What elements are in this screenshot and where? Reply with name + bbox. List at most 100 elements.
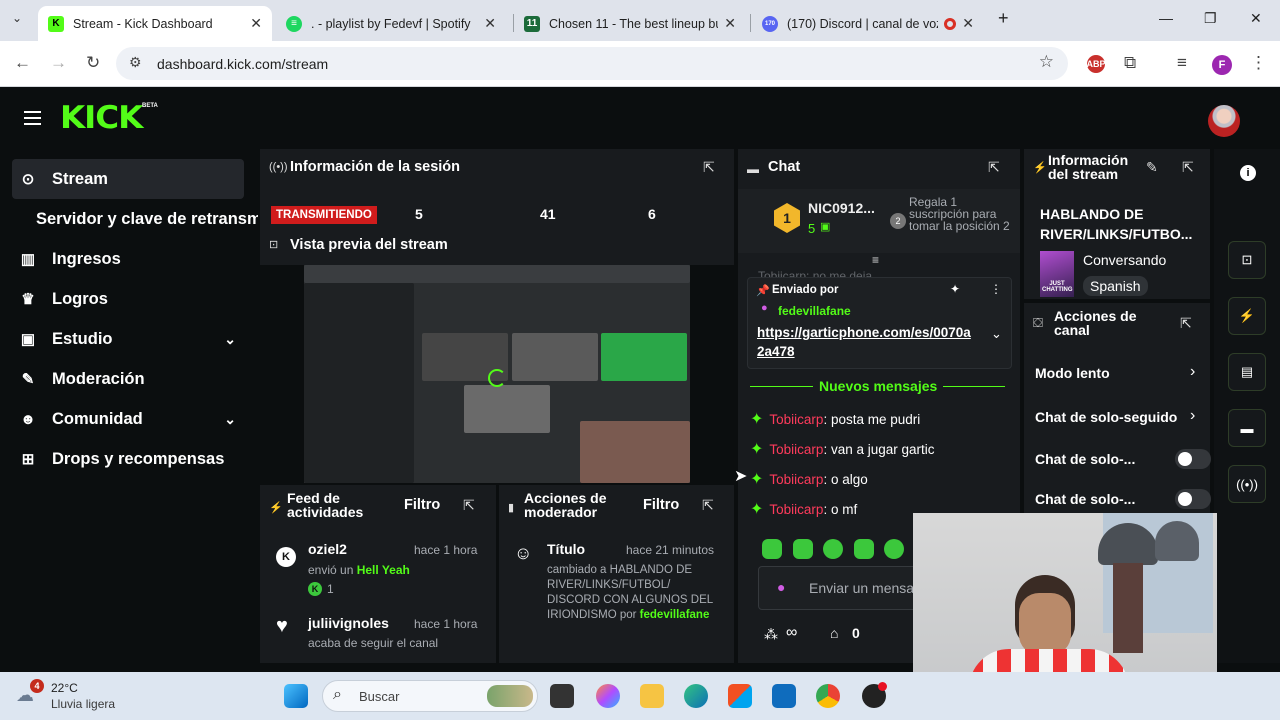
preview-toggle-button[interactable]: ⊡ — [1228, 241, 1266, 279]
popout-icon[interactable]: ⇱ — [1182, 159, 1194, 176]
slow-mode-action[interactable]: Modo lento › — [1035, 363, 1205, 385]
broadcast-toggle-button[interactable]: ((•)) — [1228, 465, 1266, 503]
emote-icon[interactable] — [793, 539, 813, 559]
pinned-user[interactable]: fedevillafane — [778, 304, 851, 318]
minimize-icon[interactable]: — — [1159, 10, 1173, 26]
tab-chosen11[interactable]: 11 Chosen 11 - The best lineup bu ✕ — [514, 6, 746, 41]
sidebar-item-income[interactable]: ▥ Ingresos — [0, 239, 258, 279]
feed-user[interactable]: oziel2 — [308, 541, 347, 557]
store-icon[interactable] — [728, 684, 752, 708]
activity-feed-panel: ⚡ Feed de actividades Filtro ⇱ K oziel2 … — [260, 485, 496, 663]
session-stat-duration: 41 — [540, 206, 556, 222]
pinned-link[interactable]: https://garticphone.com/es/0070a2a478 — [757, 323, 973, 361]
chat-toggle-button[interactable]: ▬ — [1228, 409, 1266, 447]
chevron-down-icon[interactable]: ⌄ — [991, 326, 1002, 342]
sidebar-item-drops[interactable]: ⊞ Drops y recompensas — [0, 439, 258, 479]
pinned-message: 📌 Enviado por ✦ ⋮ ● fedevillafane https:… — [747, 277, 1012, 369]
mouse-cursor: ➤ — [734, 468, 748, 485]
lightning-icon: ⚡ — [1238, 308, 1256, 323]
toggle-switch[interactable] — [1175, 489, 1211, 509]
log-toggle-button[interactable]: ▤ — [1228, 353, 1266, 391]
address-bar[interactable]: ⚙ dashboard.kick.com/stream ☆ — [116, 47, 1068, 80]
gift-cta-text[interactable]: Regala 1 suscripción para tomar la posic… — [909, 196, 1014, 232]
emote-icon[interactable] — [884, 539, 904, 559]
media-control-icon[interactable]: ≡ — [1177, 53, 1187, 73]
feed-action: acaba de seguir el canal — [308, 636, 439, 650]
popout-icon[interactable]: ⇱ — [1180, 315, 1192, 332]
popout-icon[interactable]: ⇱ — [703, 159, 715, 176]
category-thumbnail[interactable]: JUST CHATTING — [1040, 251, 1074, 297]
sidebar-item-achievements[interactable]: ♛ Logros — [0, 279, 258, 319]
task-view-icon[interactable] — [550, 684, 574, 708]
studio-icon: ▣ — [20, 331, 36, 348]
settings-dots-icon[interactable]: ⁂ — [764, 626, 778, 643]
profile-avatar[interactable]: F — [1212, 55, 1232, 75]
tab-spotify[interactable]: ≡ . - playlist by Fedevf | Spotify ✕ — [276, 6, 506, 41]
close-tab-icon[interactable]: ✕ — [484, 15, 496, 32]
filter-button[interactable]: Filtro — [404, 497, 440, 513]
unpin-icon[interactable]: ✦ — [950, 282, 960, 296]
tab-discord[interactable]: 170 (170) Discord | canal de voz ✕ — [752, 6, 984, 41]
popout-icon[interactable]: ⇱ — [463, 497, 475, 514]
taskbar-search[interactable]: ⌕ Buscar — [322, 680, 538, 712]
close-tab-icon[interactable]: ✕ — [962, 15, 974, 32]
panel-title: Información del stream — [1048, 152, 1129, 182]
toggle-switch[interactable] — [1175, 449, 1211, 469]
emote-icon[interactable] — [762, 539, 782, 559]
panel-title: Chat — [768, 159, 801, 175]
new-tab-icon[interactable]: + — [998, 8, 1009, 29]
stream-preview-video[interactable] — [304, 265, 690, 483]
sidebar-item-community[interactable]: ☻ Comunidad ⌄ — [0, 399, 258, 439]
edge-icon[interactable] — [684, 684, 708, 708]
edit-pencil-icon[interactable]: ✎ — [1146, 159, 1158, 176]
file-explorer-icon[interactable] — [640, 684, 664, 708]
store-icon[interactable]: ⌂ — [830, 625, 838, 641]
close-tab-icon[interactable]: ✕ — [724, 15, 736, 32]
kick-logo[interactable]: KICK — [60, 100, 143, 136]
outlook-icon[interactable] — [772, 684, 796, 708]
camera-icon: ⊡ — [269, 239, 279, 251]
chrome-icon[interactable] — [816, 684, 840, 708]
emote-icon[interactable] — [854, 539, 874, 559]
more-options-icon[interactable]: ⋮ — [990, 282, 1002, 296]
stream-category[interactable]: Conversando — [1083, 252, 1166, 268]
adblock-extension-icon[interactable]: ABP — [1087, 55, 1106, 73]
collapse-icon[interactable]: ≡ — [872, 253, 879, 267]
hamburger-menu-icon[interactable] — [24, 111, 41, 129]
copilot-icon[interactable] — [596, 684, 620, 708]
sidebar-item-stream[interactable]: ⊙ Stream — [12, 159, 244, 199]
weather-widget[interactable]: ☁ 4 — [16, 679, 44, 709]
emote-icon[interactable] — [823, 539, 843, 559]
sidebar-item-stream-key[interactable]: Servidor y clave de retransmisión — [0, 199, 258, 239]
top-gifter-name[interactable]: NIC0912... — [808, 200, 875, 216]
sidebar-item-studio[interactable]: ▣ Estudio ⌄ — [0, 319, 258, 359]
tab-search-icon[interactable]: ⌄ — [12, 11, 22, 25]
right-rail: i ⊡ ⚡ ▤ ▬ ((•)) — [1214, 149, 1280, 663]
site-info-icon[interactable]: ⚙ — [129, 54, 142, 71]
info-icon[interactable]: i — [1240, 165, 1256, 181]
reload-icon[interactable]: ↻ — [86, 53, 100, 73]
url-text[interactable]: dashboard.kick.com/stream — [157, 56, 328, 72]
sidebar-item-label: Moderación — [52, 369, 145, 388]
extensions-puzzle-icon[interactable]: ⧉ — [1124, 53, 1136, 73]
followers-only-action[interactable]: Chat de solo-seguidores › — [1035, 407, 1205, 429]
tab-kick-dashboard[interactable]: K Stream - Kick Dashboard ✕ — [38, 6, 272, 41]
browser-menu-icon[interactable]: ⋮ — [1250, 53, 1267, 73]
popout-icon[interactable]: ⇱ — [702, 497, 714, 514]
maximize-icon[interactable]: ❐ — [1204, 10, 1217, 27]
filter-button[interactable]: Filtro — [643, 497, 679, 513]
popout-icon[interactable]: ⇱ — [988, 159, 1000, 176]
forward-icon[interactable]: → — [50, 53, 67, 73]
feed-user[interactable]: juliivignoles — [308, 615, 389, 631]
windows-taskbar: ☁ 4 22°C Lluvia ligera ⌕ Buscar — [0, 672, 1280, 720]
close-window-icon[interactable]: ✕ — [1250, 10, 1262, 27]
bookmark-star-icon[interactable]: ☆ — [1039, 52, 1054, 72]
user-avatar[interactable] — [1208, 105, 1240, 137]
sidebar-item-moderation[interactable]: ✎ Moderación — [0, 359, 258, 399]
chat-input[interactable]: ● Enviar un mensaje — [758, 566, 938, 610]
stream-info-panel: ⚡ Información del stream ✎ ⇱ HABLANDO DE… — [1024, 149, 1210, 299]
windows-start-icon[interactable] — [284, 684, 308, 708]
close-tab-icon[interactable]: ✕ — [250, 15, 262, 32]
activity-toggle-button[interactable]: ⚡ — [1228, 297, 1266, 335]
back-icon[interactable]: ← — [14, 53, 31, 73]
